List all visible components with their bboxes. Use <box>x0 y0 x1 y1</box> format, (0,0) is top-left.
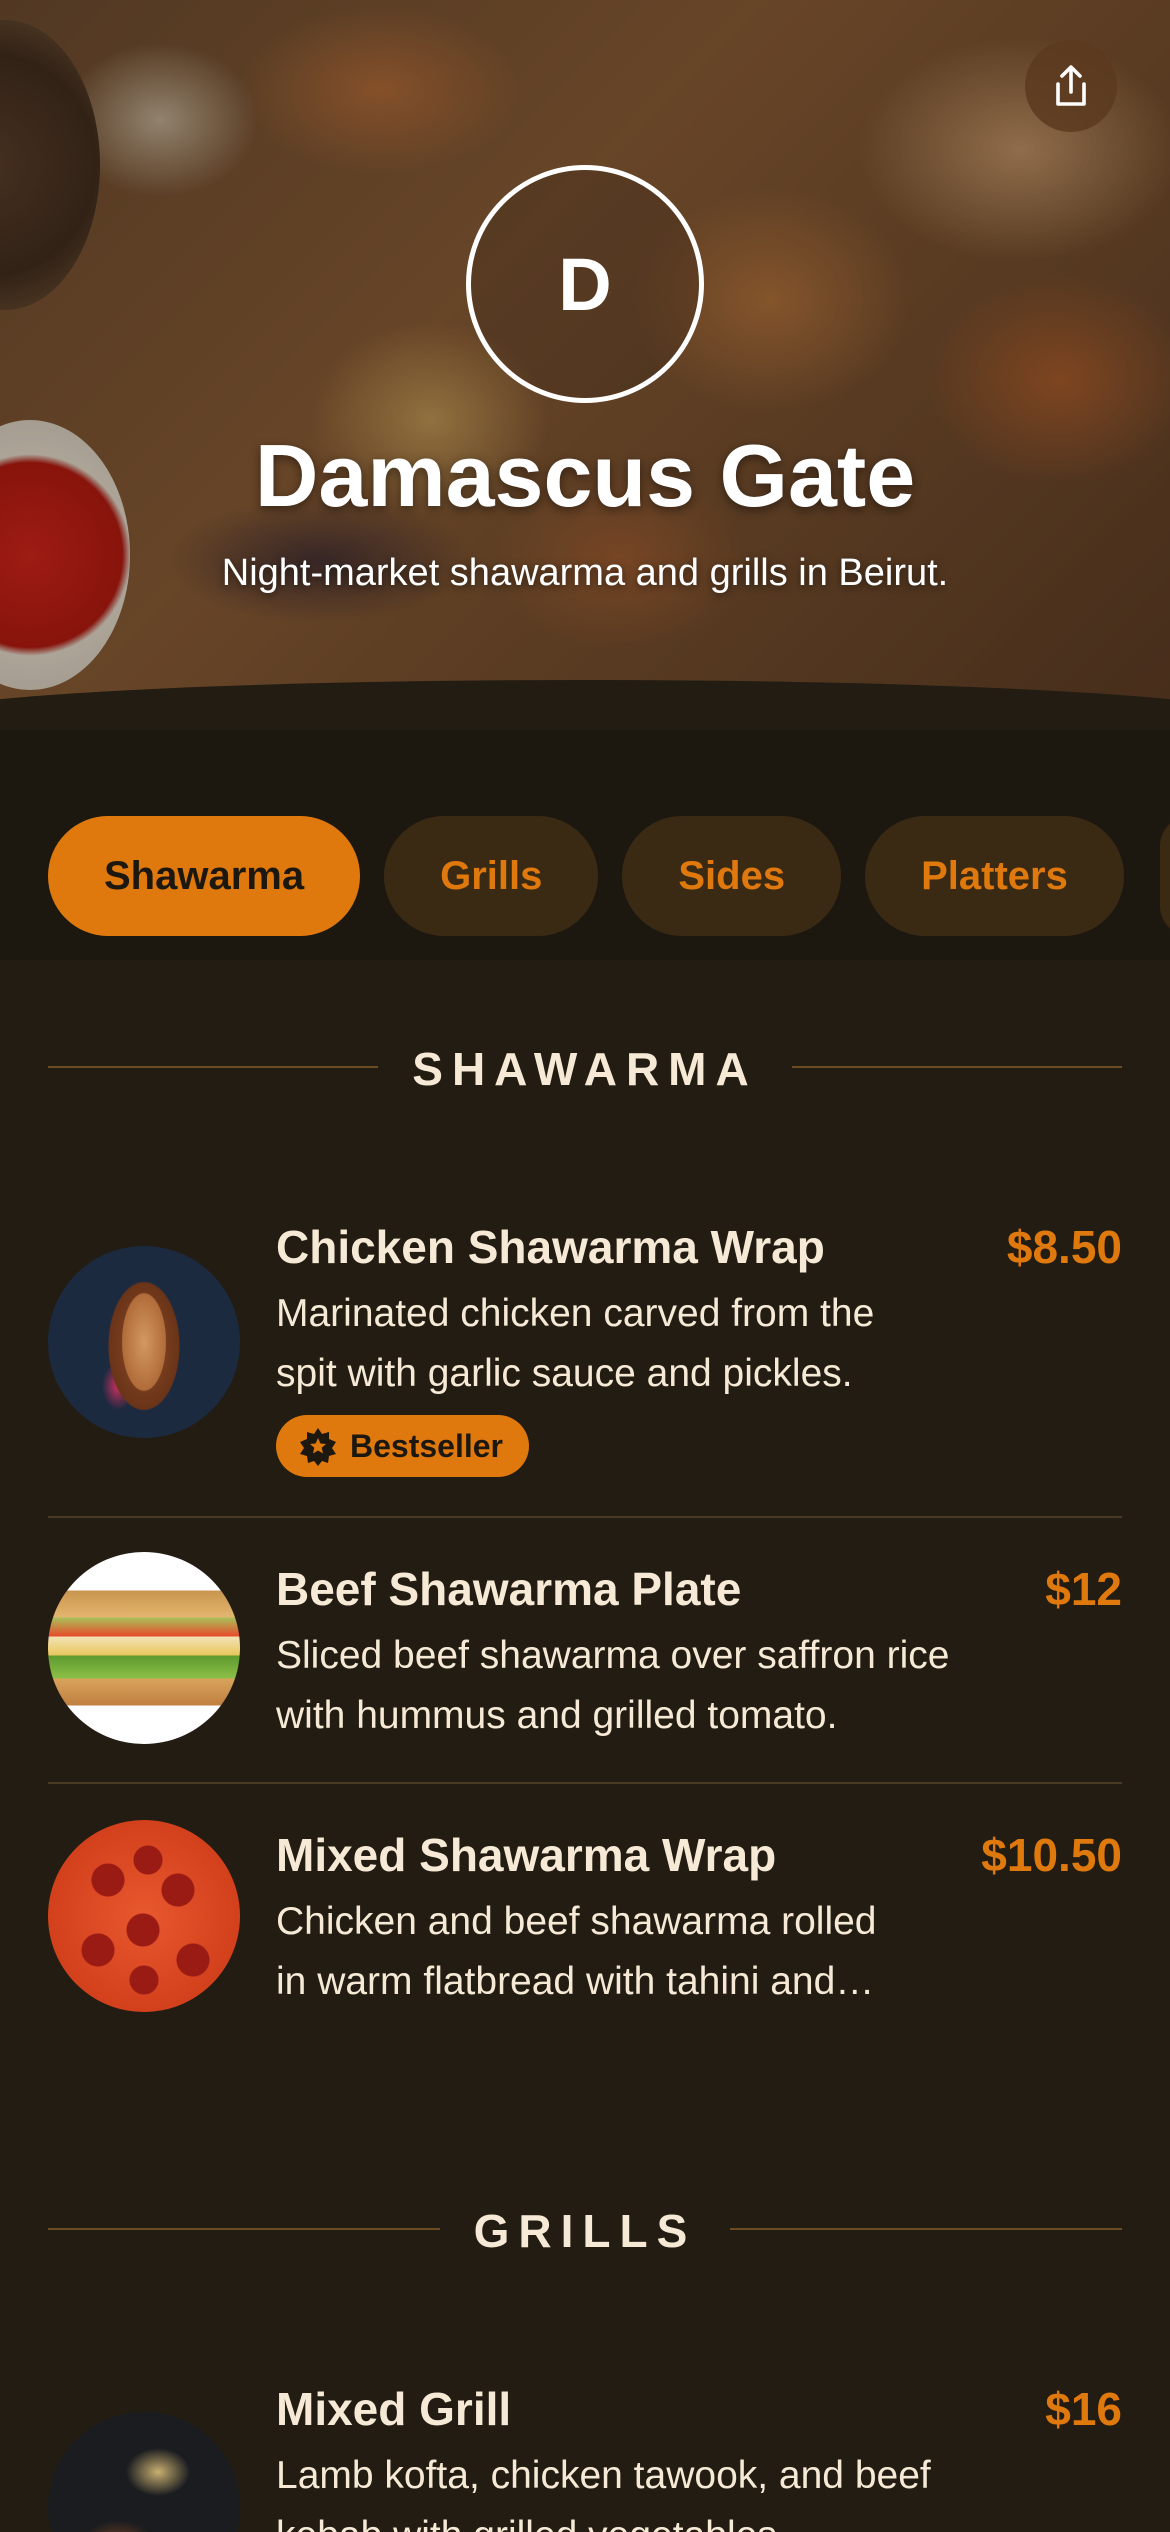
item-description: Sliced beef shawarma over saffron rice w… <box>276 1634 950 1737</box>
item-name: Chicken Shawarma Wrap <box>276 1221 825 1273</box>
share-icon <box>1056 65 1086 106</box>
restaurant-name: Damascus Gate <box>254 426 916 525</box>
section-title: GRILLS <box>473 2205 697 2257</box>
item-price: $10.50 <box>981 1829 1122 1881</box>
restaurant-tagline: Night-market shawarma and grills in Beir… <box>221 552 949 594</box>
hero-curve <box>0 680 1170 730</box>
item-price: $12 <box>1045 1563 1122 1615</box>
menu-item-chicken-shawarma-wrap[interactable]: Chicken Shawarma Wrap $8.50 Marinated ch… <box>48 1210 1122 1500</box>
item-price: $16 <box>1045 2383 1122 2435</box>
item-divider <box>48 1782 1122 1784</box>
badge-label: Bestseller <box>350 1427 503 1464</box>
item-photo <box>48 2412 240 2532</box>
section-title: SHAWARMA <box>412 1043 758 1095</box>
item-name: Mixed Shawarma Wrap <box>276 1829 777 1881</box>
section-header-shawarma: SHAWARMA <box>48 1036 1122 1096</box>
tab-platters[interactable]: Platters <box>865 816 1124 936</box>
tab-sides[interactable]: Sides <box>622 816 842 936</box>
restaurant-avatar: D <box>466 165 704 403</box>
item-divider <box>48 1516 1122 1518</box>
item-photo <box>48 1820 240 2012</box>
item-photo <box>48 1552 240 1744</box>
item-description: Lamb kofta, chicken tawook, and beef keb… <box>276 2454 931 2532</box>
bestseller-badge: Bestseller <box>276 1415 529 1477</box>
item-description: Marinated chicken carved from the spit w… <box>276 1292 875 1395</box>
share-button[interactable] <box>1025 40 1117 132</box>
category-tabs: Shawarma Grills Sides Platters <box>48 816 1124 936</box>
tab-grills[interactable]: Grills <box>384 816 599 936</box>
menu-item-beef-shawarma-plate[interactable]: Beef Shawarma Plate $12 Sliced beef shaw… <box>48 1550 1122 1780</box>
item-description: Chicken and beef shawarma rolled in warm… <box>276 1900 877 2003</box>
menu-item-mixed-shawarma-wrap[interactable]: Mixed Shawarma Wrap $10.50 Chicken and b… <box>48 1816 1122 2046</box>
section-header-grills: GRILLS <box>48 2198 1122 2258</box>
item-price: $8.50 <box>1006 1221 1122 1273</box>
star-badge-icon <box>300 1428 336 1466</box>
menu-item-mixed-grill[interactable]: Mixed Grill $16 Lamb kofta, chicken tawo… <box>48 2370 1122 2532</box>
item-name: Beef Shawarma Plate <box>276 1563 742 1615</box>
item-name: Mixed Grill <box>276 2383 512 2435</box>
item-photo <box>48 1246 240 1438</box>
tab-shawarma[interactable]: Shawarma <box>48 816 361 936</box>
avatar-initial: D <box>558 242 612 326</box>
